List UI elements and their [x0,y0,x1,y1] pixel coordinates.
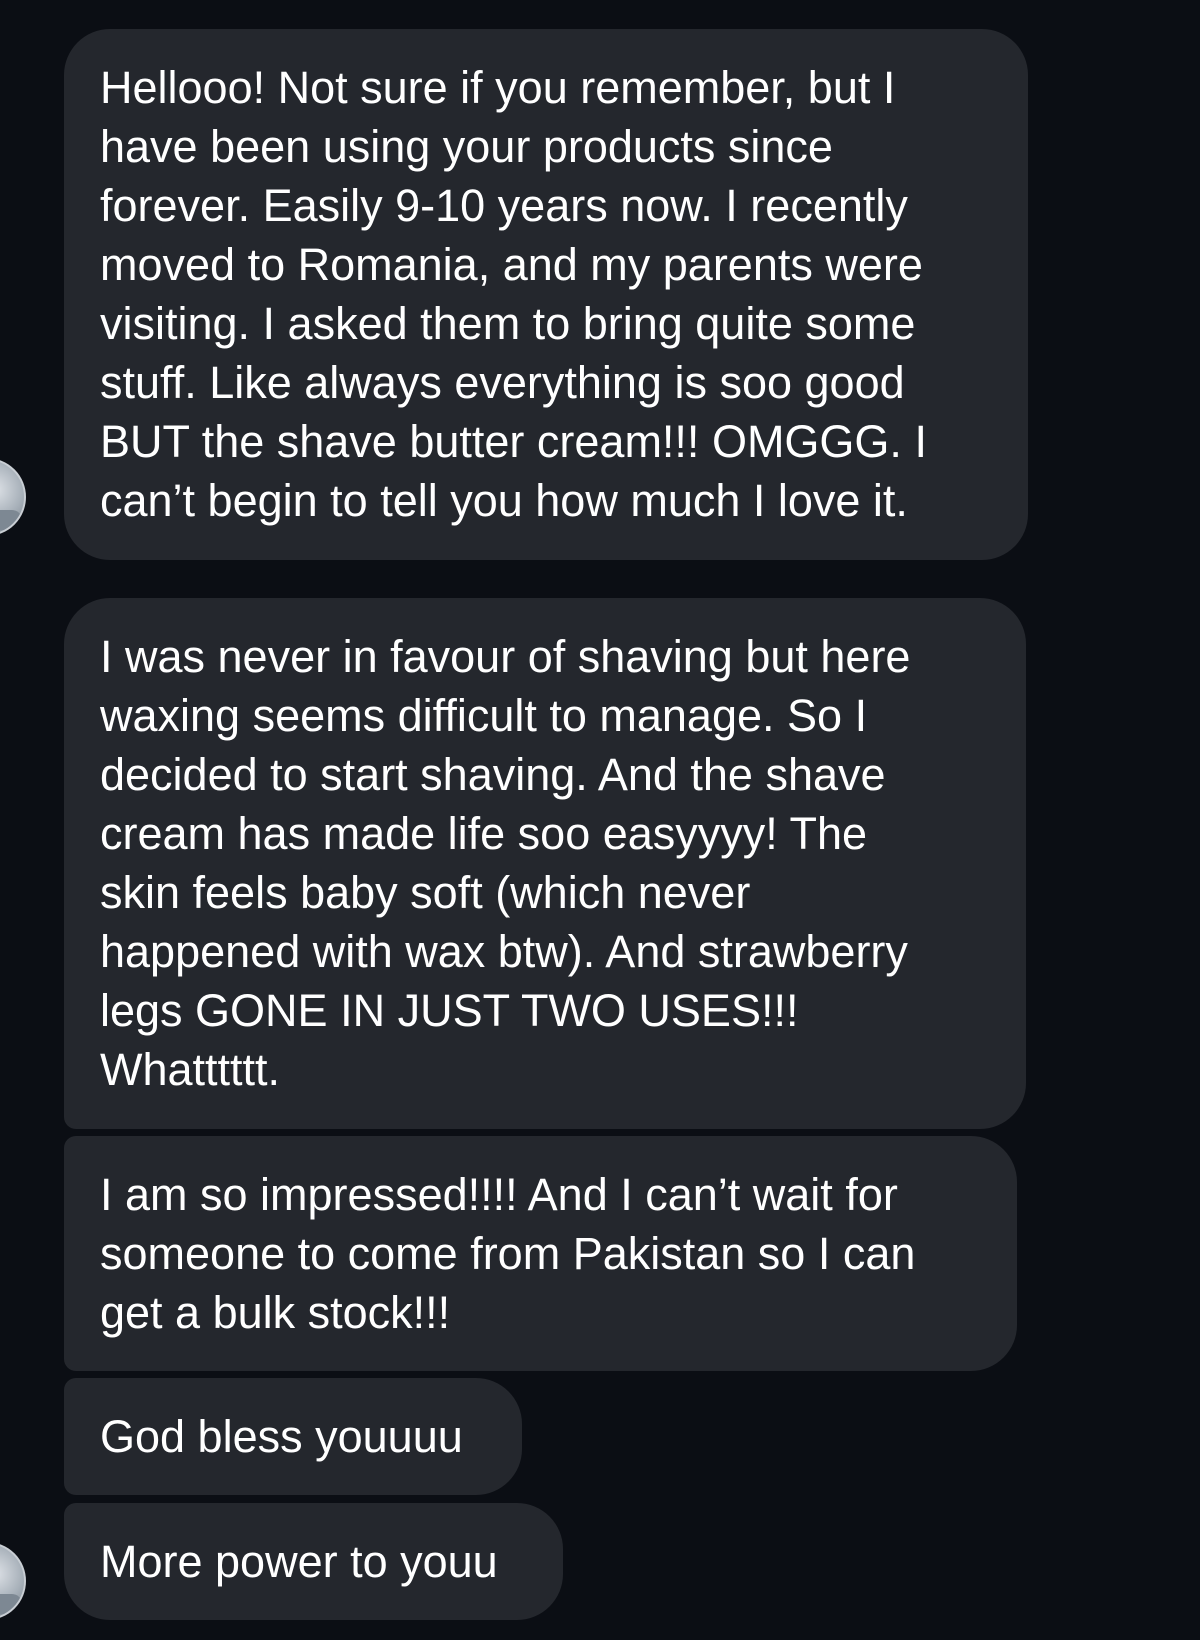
message-bubble-5[interactable]: More power to youu [64,1503,563,1620]
message-bubble-2[interactable]: I was never in favour of shaving but her… [64,598,1026,1129]
chat-thread: Hellooo! Not sure if you remember, but I… [0,0,1200,1640]
sender-avatar-icon[interactable] [0,458,26,536]
message-bubble-3[interactable]: I am so impressed!!!! And I can’t wait f… [64,1136,1017,1371]
sender-avatar-icon[interactable] [0,1542,26,1620]
message-bubble-1[interactable]: Hellooo! Not sure if you remember, but I… [64,29,1028,560]
message-bubble-4[interactable]: God bless youuuu [64,1378,522,1495]
